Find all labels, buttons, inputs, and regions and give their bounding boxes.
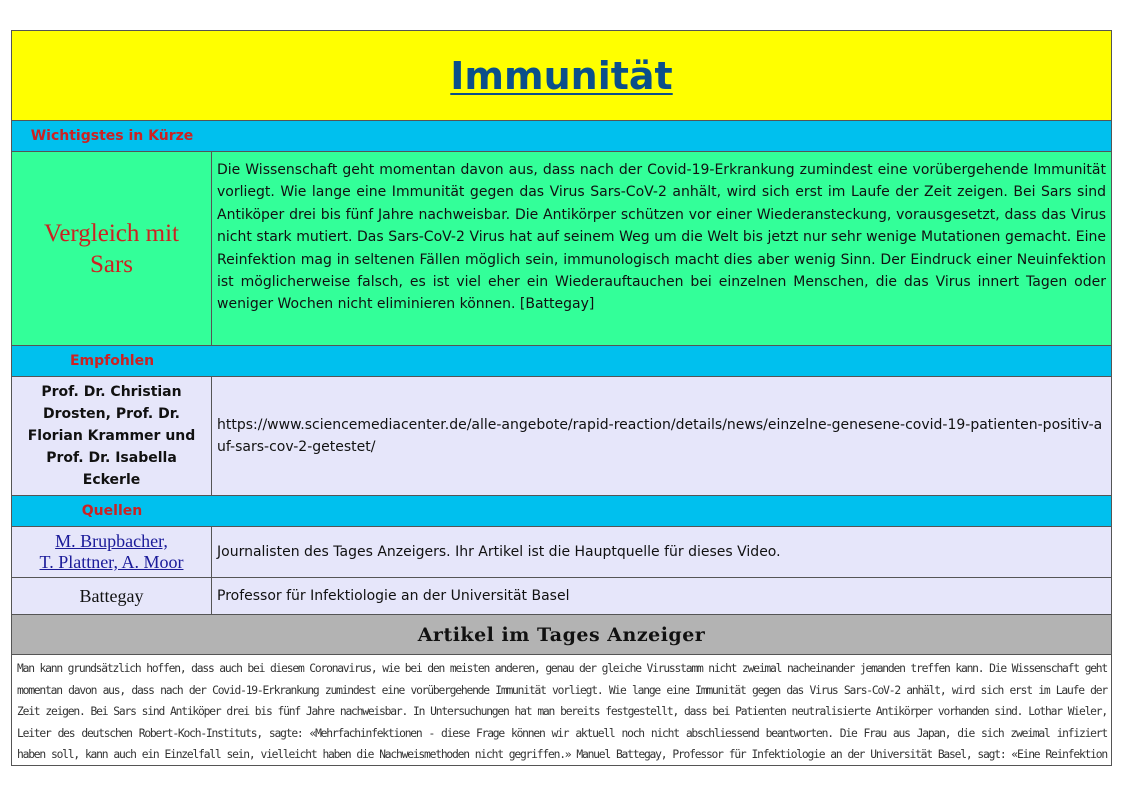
- source-name-cell: Battegay: [12, 578, 212, 614]
- source-name-cell: M. Brupbacher, T. Plattner, A. Moor: [12, 527, 212, 577]
- recommended-authors: Prof. Dr. Christian Drosten, Prof. Dr. F…: [27, 384, 196, 488]
- source-row: M. Brupbacher, T. Plattner, A. Moor Jour…: [12, 527, 1111, 578]
- document-frame: Immunität Wichtigstes in Kürze Vergleich…: [11, 30, 1112, 766]
- section-header-recommended: Empfohlen: [12, 346, 1111, 377]
- summary-row: Vergleich mit Sars Die Wissenschaft geht…: [12, 152, 1111, 346]
- section-header-summary: Wichtigstes in Kürze: [12, 121, 1111, 152]
- source-row: Battegay Professor für Infektiologie an …: [12, 578, 1111, 615]
- title-banner: Immunität: [12, 31, 1111, 121]
- source-name-line2[interactable]: T. Plattner, A. Moor: [40, 552, 184, 572]
- summary-topic-cell: Vergleich mit Sars: [12, 152, 212, 345]
- source-name: Battegay: [79, 585, 144, 606]
- summary-text: Die Wissenschaft geht momentan davon aus…: [217, 162, 1106, 313]
- source-description: Professor für Infektiologie an der Unive…: [217, 587, 570, 604]
- section-label-recommended: Empfohlen: [69, 353, 155, 369]
- summary-topic: Vergleich mit Sars: [44, 219, 179, 278]
- source-name-line1[interactable]: M. Brupbacher,: [55, 531, 168, 551]
- section-label-sources: Quellen: [81, 503, 143, 519]
- article-heading-bar: Artikel im Tages Anzeiger: [12, 615, 1111, 655]
- article-text: Man kann grundsätzlich hoffen, dass auch…: [17, 662, 1108, 761]
- source-name-link[interactable]: M. Brupbacher, T. Plattner, A. Moor: [40, 531, 184, 573]
- section-header-sources: Quellen: [12, 496, 1111, 527]
- recommended-row: Prof. Dr. Christian Drosten, Prof. Dr. F…: [12, 377, 1111, 496]
- source-description: Journalisten des Tages Anzeigers. Ihr Ar…: [217, 543, 781, 560]
- article-heading: Artikel im Tages Anzeiger: [417, 623, 706, 646]
- recommended-authors-cell: Prof. Dr. Christian Drosten, Prof. Dr. F…: [12, 377, 212, 495]
- recommended-url-cell: https://www.sciencemediacenter.de/alle-a…: [212, 377, 1111, 495]
- page-title: Immunität: [450, 53, 673, 98]
- recommended-url[interactable]: https://www.sciencemediacenter.de/alle-a…: [217, 414, 1106, 459]
- section-label-summary: Wichtigstes in Kürze: [30, 128, 194, 144]
